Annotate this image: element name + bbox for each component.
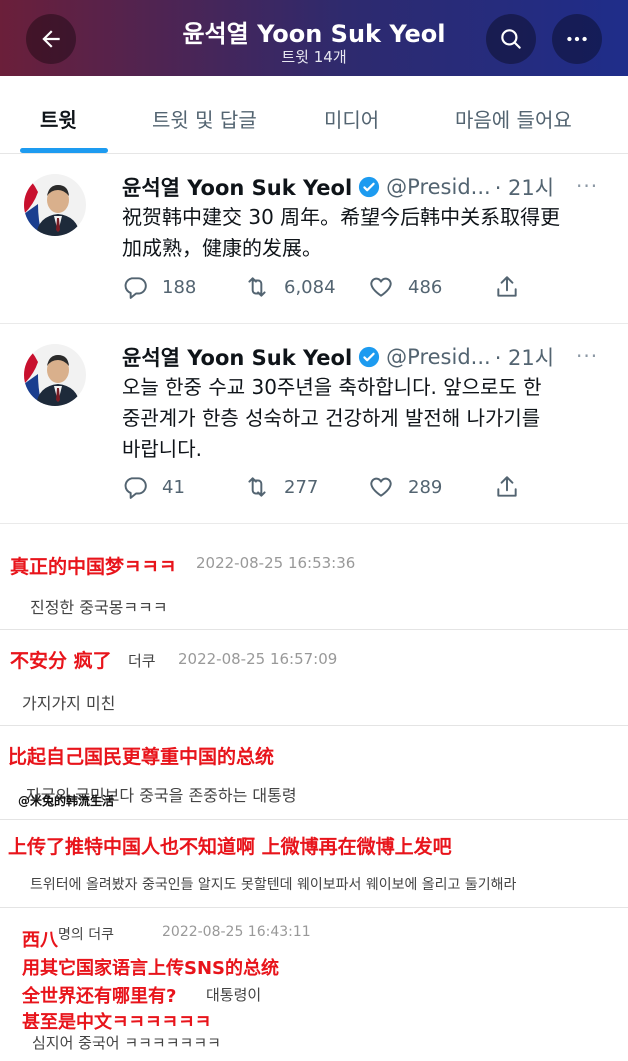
chinese-annotation: 西八: [22, 930, 58, 951]
reply-button[interactable]: 188: [122, 274, 196, 300]
chinese-annotation: 上传了推特中国人也不知道啊 上微博再在微博上发吧: [8, 836, 452, 858]
comment-text: 트위터에 올려봤자 중국인들 알지도 못할텐데 웨이보파서 웨이보에 올리고 둘…: [30, 877, 517, 893]
like-button[interactable]: 289: [368, 474, 442, 500]
comment-date: 2022-08-25 16:57:09: [178, 650, 338, 668]
tweet-time[interactable]: · 21시: [495, 342, 554, 372]
search-icon: [501, 29, 521, 49]
chinese-annotation: 用其它国家语言上传SNS的总统: [22, 958, 279, 979]
chinese-annotation: 比起自己国民更尊重中国的总统: [8, 746, 275, 768]
chinese-annotation: 真正的中国梦ㅋㅋㅋ: [10, 556, 177, 578]
tab-tweets[interactable]: 트윗: [40, 104, 77, 133]
comment-item: 上传了推特中国人也不知道啊 上微博再在微博上发吧 트위터에 올려봤자 중국인들 …: [0, 820, 628, 908]
chinese-annotation: 不安分 疯了: [10, 650, 112, 672]
comment-item: 명의 더쿠 2022-08-25 16:43:11 대통령이 심지어 중국어 ㅋ…: [0, 908, 628, 1061]
tweet-text: 오늘 한중 수교 30주년을 축하합니다. 앞으로도 한 중관계가 한층 성숙하…: [122, 372, 612, 465]
like-count: 289: [408, 476, 443, 498]
comment-text: 가지가지 미친: [22, 694, 116, 713]
tweet-text-line: 중관계가 한층 성숙하고 건강하게 발전해 나가기를: [122, 406, 541, 430]
comment-text: 진정한 중국몽ㅋㅋㅋ: [30, 598, 168, 617]
like-button[interactable]: 486: [368, 274, 442, 300]
author-name[interactable]: 윤석열 Yoon Suk Yeol: [122, 172, 352, 202]
share-icon: [497, 276, 517, 297]
share-button[interactable]: [494, 474, 534, 500]
profile-name-title: 윤석열 Yoon Suk Yeol: [182, 20, 446, 48]
retweet-icon: [248, 477, 266, 497]
chinese-annotation: 全世界还有哪里有?: [22, 986, 177, 1007]
retweet-count: 6,084: [284, 276, 336, 298]
tweet-more-button[interactable]: ···: [576, 174, 598, 198]
verified-badge-icon: [359, 346, 380, 368]
screen: 윤석열 Yoon Suk Yeol 트윗 14개 트윗 트윗 및 답글 미디어 …: [0, 0, 628, 1061]
comment-text: 심지어 중국어 ㅋㅋㅋㅋㅋㅋㅋ: [32, 1034, 221, 1052]
author-handle[interactable]: @Presid...: [386, 175, 491, 199]
tweet-card[interactable]: 윤석열 Yoon Suk Yeol @Presid... · 21시 ··· 祝…: [0, 154, 628, 324]
comment-item: 자국의 국민보다 중국을 존중하는 대통령 比起自己国民更尊重中国的总统 @米兔…: [0, 726, 628, 820]
chinese-annotation: 甚至是中文ㅋㅋㅋㅋㅋㅋ: [22, 1012, 212, 1033]
reply-button[interactable]: 41: [122, 474, 185, 500]
reply-count: 188: [162, 276, 197, 298]
tweet-text-line: 祝贺韩中建交 30 周年。希望今后韩中关系取得更: [122, 205, 561, 229]
retweet-button[interactable]: 277: [244, 474, 318, 500]
tweet-header: 윤석열 Yoon Suk Yeol @Presid... · 21시: [122, 342, 554, 372]
tweet-text-line: 加成熟，健康的发展。: [122, 236, 322, 260]
retweet-button[interactable]: 6,084: [244, 274, 336, 300]
comment-item: 2022-08-25 16:53:36 真正的中国梦ㅋㅋㅋ 진정한 중국몽ㅋㅋㅋ: [0, 540, 628, 630]
watermark: @米兔的韩流生活: [18, 794, 115, 808]
tweet-card[interactable]: 윤석열 Yoon Suk Yeol @Presid... · 21시 ··· 오…: [0, 324, 628, 524]
tab-tweets-and-replies[interactable]: 트윗 및 답글: [152, 104, 257, 133]
comment-date: 2022-08-25 16:53:36: [196, 554, 356, 572]
tweet-text-line: 바랍니다.: [122, 437, 202, 461]
tweet-actions: 188 6,084 486: [122, 274, 542, 304]
search-button[interactable]: [486, 14, 536, 64]
heart-icon: [370, 277, 392, 297]
profile-header: 윤석열 Yoon Suk Yeol 트윗 14개: [0, 0, 628, 76]
tweet-count: 트윗 14개: [281, 48, 347, 66]
avatar[interactable]: [24, 344, 86, 406]
tweet-header: 윤석열 Yoon Suk Yeol @Presid... · 21시: [122, 172, 554, 202]
active-tab-indicator: [20, 148, 108, 153]
author-name[interactable]: 윤석열 Yoon Suk Yeol: [122, 342, 352, 372]
tweet-actions: 41 277 289: [122, 474, 542, 504]
reply-icon: [124, 277, 147, 299]
tweet-text: 祝贺韩中建交 30 周年。希望今后韩中关系取得更 加成熟，健康的发展。: [122, 202, 602, 264]
verified-badge-icon: [359, 176, 380, 198]
retweet-icon: [248, 277, 266, 297]
tab-likes[interactable]: 마음에 들어요: [455, 104, 572, 133]
retweet-count: 277: [284, 476, 319, 498]
share-icon: [497, 476, 517, 497]
tweet-time[interactable]: · 21시: [495, 172, 554, 202]
comment-text: 대통령이: [206, 986, 262, 1004]
tweet-text-line: 오늘 한중 수교 30주년을 축하합니다. 앞으로도 한: [122, 375, 542, 399]
comment-item: 더쿠 2022-08-25 16:57:09 不安分 疯了 가지가지 미친: [0, 630, 628, 726]
like-count: 486: [408, 276, 443, 298]
heart-icon: [370, 477, 392, 497]
arrow-left-icon: [42, 30, 60, 48]
tab-media[interactable]: 미디어: [324, 104, 379, 133]
reply-count: 41: [162, 476, 185, 498]
comment-author: 더쿠: [128, 652, 156, 670]
avatar[interactable]: [24, 174, 86, 236]
tweet-more-button[interactable]: ···: [576, 344, 598, 368]
reply-icon: [124, 477, 147, 499]
back-button[interactable]: [26, 14, 76, 64]
more-horizontal-icon: [567, 36, 587, 42]
comment-author: 명의 더쿠: [58, 927, 114, 943]
more-options-button[interactable]: [552, 14, 602, 64]
author-handle[interactable]: @Presid...: [386, 345, 491, 369]
comment-date: 2022-08-25 16:43:11: [162, 924, 311, 940]
share-button[interactable]: [494, 274, 534, 300]
profile-tabs: 트윗 트윗 및 답글 미디어 마음에 들어요: [0, 76, 628, 154]
